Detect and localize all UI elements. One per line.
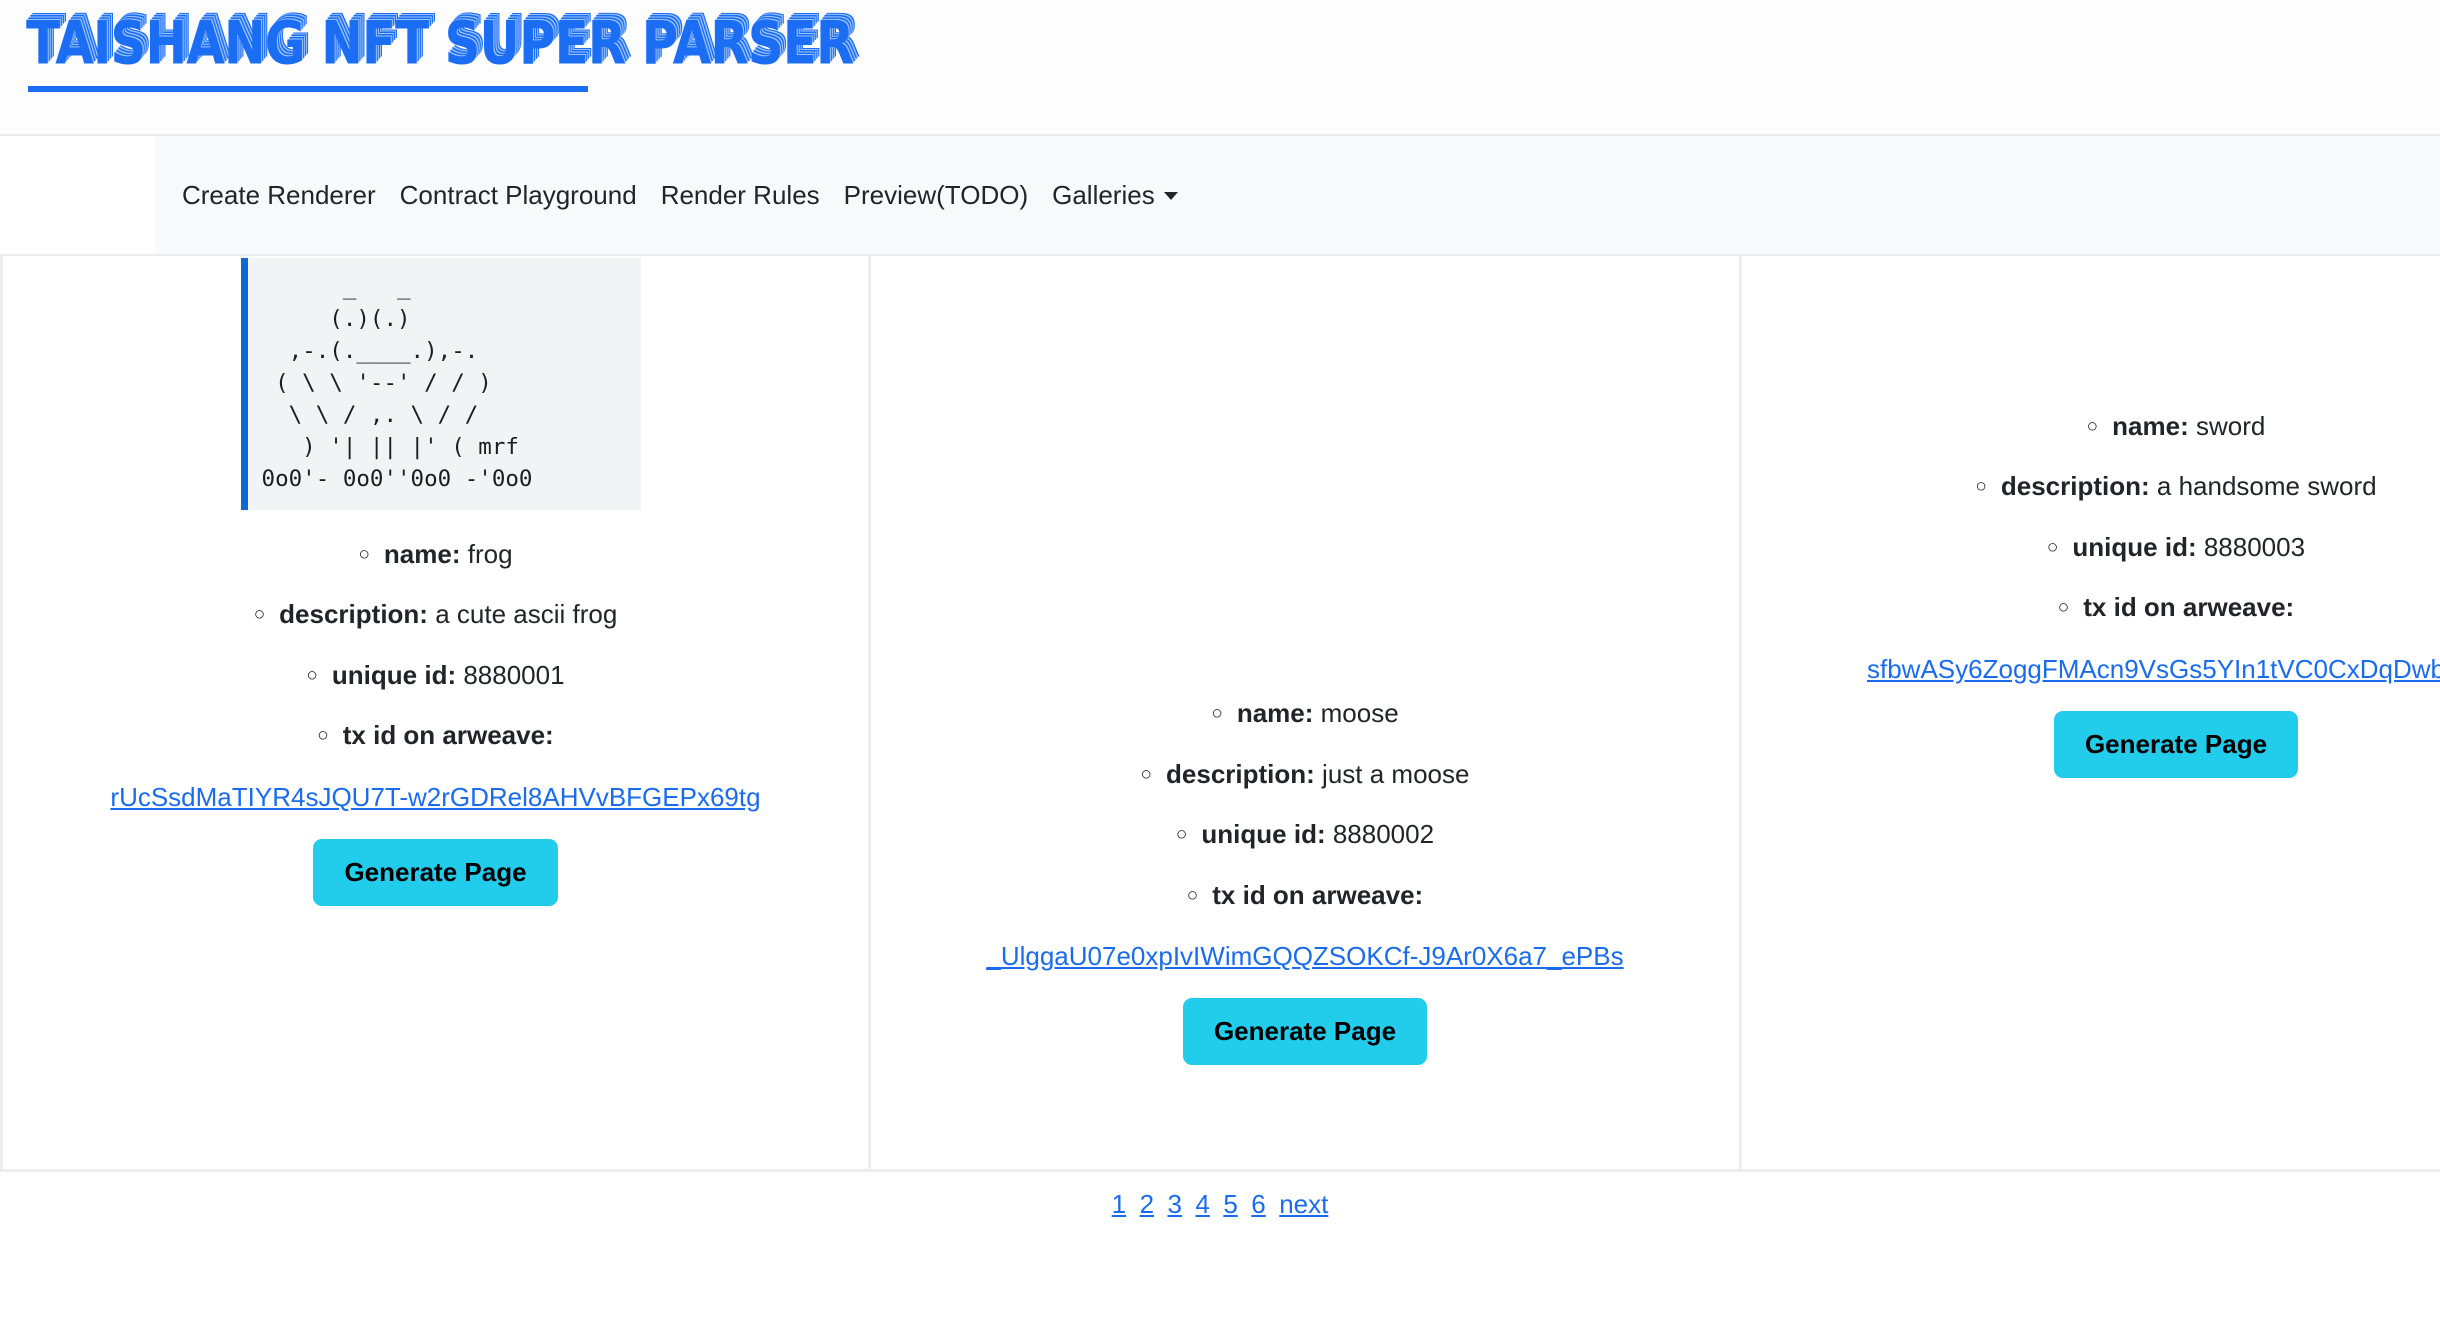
nav-item-galleries-label: Galleries bbox=[1052, 179, 1155, 210]
list-bullet-icon: ○ bbox=[253, 604, 266, 626]
meta-unique-id-label: unique id: bbox=[1201, 819, 1326, 850]
meta-tx-id-label: tx id on arweave: bbox=[342, 720, 554, 751]
meta-name-label: name: bbox=[2112, 410, 2189, 441]
meta-tx-id-label: tx id on arweave: bbox=[2083, 592, 2295, 623]
meta-description: ○ description: just a moose bbox=[871, 758, 1739, 791]
list-bullet-icon: ○ bbox=[2046, 536, 2059, 558]
page-link-2[interactable]: 2 bbox=[1140, 1189, 1154, 1219]
pagination: 1 2 3 4 5 6 next bbox=[1112, 1189, 1329, 1220]
page-link-4[interactable]: 4 bbox=[1195, 1189, 1209, 1219]
page-link-next[interactable]: next bbox=[1279, 1189, 1328, 1219]
nft-meta-list-moose: ○ name: moose ○ description: just a moose … bbox=[871, 697, 1739, 911]
list-bullet-icon: ○ bbox=[1186, 884, 1199, 906]
tx-link-line-frog: rUcSsdMaTIYR4sJQU7T-w2rGDRel8AHVvBFGEPx6… bbox=[3, 782, 868, 813]
meta-name: ○ name: sword bbox=[1742, 410, 2440, 443]
meta-description-value: just a moose bbox=[1322, 758, 1470, 789]
nft-card-sword: /| ________________ 0|===|* >___________… bbox=[1742, 256, 2440, 1169]
list-bullet-icon: ○ bbox=[2057, 597, 2070, 619]
list-bullet-icon: ○ bbox=[358, 543, 370, 565]
generate-page-button[interactable]: Generate Page bbox=[2053, 710, 2299, 778]
meta-name-label: name: bbox=[1236, 698, 1314, 729]
generate-page-button[interactable]: Generate Page bbox=[313, 838, 558, 906]
meta-description: ○ description: a cute ascii frog bbox=[3, 598, 868, 631]
list-bullet-icon: ○ bbox=[317, 725, 329, 747]
list-bullet-icon: ○ bbox=[1975, 476, 1987, 498]
generate-button-wrap-frog: Generate Page bbox=[3, 838, 868, 906]
chevron-down-icon bbox=[1163, 191, 1178, 200]
meta-unique-id-label: unique id: bbox=[2072, 531, 2197, 562]
page-link-6[interactable]: 6 bbox=[1251, 1189, 1265, 1219]
meta-description-value: a handsome sword bbox=[2156, 471, 2377, 502]
meta-name: ○ name: moose bbox=[871, 697, 1739, 730]
meta-description-label: description: bbox=[279, 599, 428, 630]
page-link-1[interactable]: 1 bbox=[1112, 1189, 1126, 1219]
meta-unique-id-value: 8880003 bbox=[2203, 531, 2306, 562]
meta-unique-id: ○ unique id: 8880001 bbox=[3, 659, 868, 692]
tx-link-line-sword: sfbwASy6ZoggFMAcn9VsGs5YIn1tVC0CxDqDwb- bbox=[1742, 654, 2440, 685]
meta-name-value: sword bbox=[2195, 410, 2266, 441]
list-bullet-icon: ○ bbox=[1211, 703, 1223, 725]
nav-item-galleries[interactable]: Galleries bbox=[1052, 180, 1178, 211]
generate-page-button[interactable]: Generate Page bbox=[1182, 998, 1428, 1066]
nft-card-moose: ___ ___ / \ / \ \_ \ / __/ _\ \ / /__ \_… bbox=[871, 256, 1742, 1169]
logo-underline-rule bbox=[28, 86, 588, 92]
page-link-5[interactable]: 5 bbox=[1223, 1189, 1237, 1219]
nft-meta-list-frog: ○ name: frog ○ description: a cute ascii f… bbox=[3, 538, 868, 752]
generate-button-wrap-sword: Generate Page bbox=[1742, 710, 2440, 778]
site-header: TAISHANG NFT SUPER PARSER bbox=[0, 0, 2440, 136]
meta-unique-id-label: unique id: bbox=[331, 659, 457, 690]
list-bullet-icon: ○ bbox=[2086, 415, 2099, 437]
generate-button-wrap-moose: Generate Page bbox=[871, 998, 1739, 1066]
meta-unique-id: ○ unique id: 8880003 bbox=[1742, 531, 2440, 564]
page-link-3[interactable]: 3 bbox=[1168, 1189, 1182, 1219]
meta-unique-id-value: 8880001 bbox=[463, 659, 565, 690]
meta-unique-id-value: 8880002 bbox=[1332, 819, 1435, 850]
site-logo[interactable]: TAISHANG NFT SUPER PARSER bbox=[26, 14, 854, 74]
list-bullet-icon: ○ bbox=[306, 664, 318, 686]
meta-description-label: description: bbox=[2000, 471, 2150, 502]
list-bullet-icon: ○ bbox=[1140, 763, 1153, 785]
meta-name-label: name: bbox=[383, 538, 461, 569]
nav-item-preview-todo[interactable]: Preview(TODO) bbox=[844, 180, 1028, 211]
nav-item-render-rules[interactable]: Render Rules bbox=[661, 180, 820, 211]
meta-description: ○ description: a handsome sword bbox=[1742, 470, 2440, 503]
meta-tx-id: ○ tx id on arweave: bbox=[3, 719, 868, 752]
meta-name-value: moose bbox=[1320, 698, 1399, 729]
arweave-tx-link[interactable]: sfbwASy6ZoggFMAcn9VsGs5YIn1tVC0CxDqDwb- bbox=[1867, 654, 2440, 684]
navbar: Create Renderer Contract Playground Rend… bbox=[155, 136, 2440, 254]
meta-description-label: description: bbox=[1166, 758, 1315, 789]
site-logo-text: TAISHANG NFT SUPER PARSER bbox=[26, 8, 854, 79]
meta-name-value: frog bbox=[467, 538, 513, 569]
meta-unique-id: ○ unique id: 8880002 bbox=[871, 818, 1739, 851]
meta-name: ○ name: frog bbox=[3, 538, 868, 571]
meta-tx-id: ○ tx id on arweave: bbox=[871, 879, 1739, 912]
nft-card-row: _ _ (.)(.) ,-.(.____.),-. ( \ \ '--' / /… bbox=[0, 254, 2440, 1169]
nft-card-frog: _ _ (.)(.) ,-.(.____.),-. ( \ \ '--' / /… bbox=[0, 256, 871, 1169]
tx-link-line-moose: _UlggaU07e0xpIvIWimGQQZSOKCf-J9Ar0X6a7_e… bbox=[871, 941, 1739, 972]
meta-description-value: a cute ascii frog bbox=[435, 599, 618, 630]
nav-item-create-renderer[interactable]: Create Renderer bbox=[182, 180, 376, 211]
pagination-row: 1 2 3 4 5 6 next bbox=[0, 1169, 2440, 1255]
meta-tx-id-label: tx id on arweave: bbox=[1212, 879, 1424, 910]
arweave-tx-link[interactable]: rUcSsdMaTIYR4sJQU7T-w2rGDRel8AHVvBFGEPx6… bbox=[110, 782, 760, 812]
ascii-art-frog: _ _ (.)(.) ,-.(.____.),-. ( \ \ '--' / /… bbox=[241, 258, 641, 510]
nft-meta-list-sword: ○ name: sword ○ description: a handsome sw… bbox=[1742, 410, 2440, 624]
list-bullet-icon: ○ bbox=[1175, 824, 1188, 846]
nav-item-contract-playground[interactable]: Contract Playground bbox=[400, 180, 637, 211]
arweave-tx-link[interactable]: _UlggaU07e0xpIvIWimGQQZSOKCf-J9Ar0X6a7_e… bbox=[986, 941, 1623, 971]
meta-tx-id: ○ tx id on arweave: bbox=[1742, 591, 2440, 624]
navbar-container: Create Renderer Contract Playground Rend… bbox=[0, 136, 2440, 254]
